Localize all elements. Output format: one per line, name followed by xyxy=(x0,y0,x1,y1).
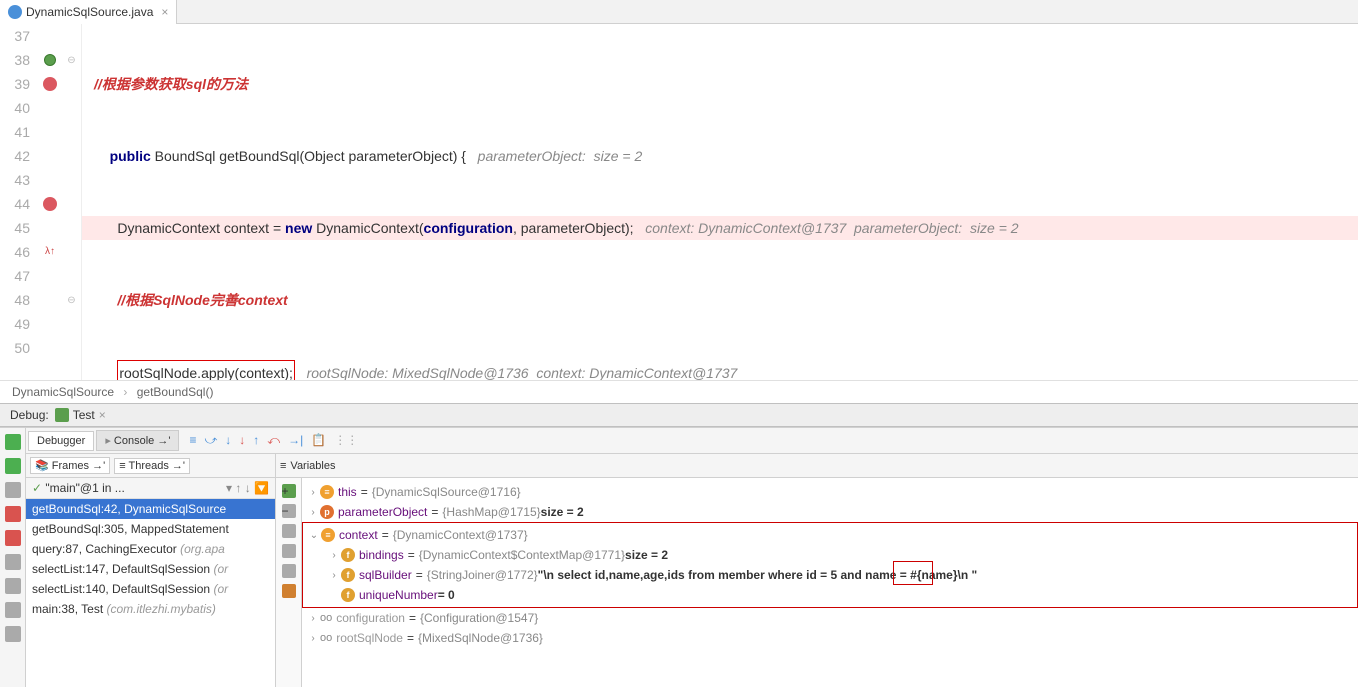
remove-watch-icon[interactable]: − xyxy=(282,504,296,518)
stack-frame[interactable]: selectList:140, DefaultSqlSession (or xyxy=(26,579,275,599)
variables-panel: ≡ Variables + − ›≡this={DynamicSqlSource… xyxy=(276,454,1358,687)
breadcrumb-method[interactable]: getBoundSql() xyxy=(137,385,214,399)
stack-frame[interactable]: query:87, CachingExecutor (org.apa xyxy=(26,539,275,559)
debug-panel: Debugger ▸ Console →' ≡ ⤻ ↓ ↓ ↑ ⤺ →| 📋 ⋮… xyxy=(0,427,1358,687)
marker-gutter: λ↑ xyxy=(38,24,62,380)
debug-label: Debug: xyxy=(4,408,55,422)
close-icon[interactable]: × xyxy=(161,5,168,19)
threads-tab[interactable]: ≡ Threads →' xyxy=(114,458,190,474)
stack-frame[interactable]: getBoundSql:305, MappedStatement xyxy=(26,519,275,539)
run-to-cursor-icon[interactable]: →| xyxy=(288,433,303,448)
variable-row[interactable]: ⌄≡context={DynamicContext@1737} xyxy=(303,525,1357,545)
settings-button[interactable] xyxy=(5,602,21,618)
variables-header: Variables xyxy=(290,460,335,472)
stack-frame[interactable]: getBoundSql:42, DynamicSqlSource xyxy=(26,499,275,519)
highlighted-call: rootSqlNode.apply(context); xyxy=(117,360,295,380)
stack-frame[interactable]: main:38, Test (com.itlezhi.mybatis) xyxy=(26,599,275,619)
step-over-icon[interactable]: ⤻ xyxy=(204,433,217,448)
variable-row[interactable]: funiqueNumber = 0 xyxy=(303,585,1357,605)
bug-icon xyxy=(55,408,69,422)
show-execution-icon[interactable]: ≡ xyxy=(189,433,196,448)
breakpoint-icon[interactable] xyxy=(43,77,57,91)
file-tab-label: DynamicSqlSource.java xyxy=(26,5,153,19)
code-area[interactable]: //根据参数获取sql的万法 public BoundSql getBoundS… xyxy=(82,24,1358,380)
variable-row[interactable]: ›fbindings={DynamicContext$ContextMap@17… xyxy=(303,545,1357,565)
thread-selector[interactable]: ✓ "main"@1 in ... ▾ ↑ ↓ 🔽 xyxy=(26,478,275,499)
line-gutter: 37 38 39 40 41 42 43 44 45 46 47 48 49 5… xyxy=(0,24,38,380)
breakpoint-icon[interactable] xyxy=(43,197,57,211)
force-step-into-icon[interactable]: ↓ xyxy=(239,433,245,448)
add-watch-icon[interactable]: + xyxy=(282,484,296,498)
evaluate-icon[interactable]: 📋 xyxy=(311,433,326,448)
drop-frame-icon[interactable]: ⤺ xyxy=(267,433,280,448)
variable-row[interactable]: ›ooconfiguration={Configuration@1547} xyxy=(302,608,1358,628)
code-comment: //根据参数获取sql的万法 xyxy=(94,76,248,92)
camera-button[interactable] xyxy=(5,578,21,594)
close-icon[interactable]: × xyxy=(99,408,106,422)
variables-tree[interactable]: ›≡this={DynamicSqlSource@1716} ›pparamet… xyxy=(302,478,1358,687)
resume-button[interactable] xyxy=(5,458,21,474)
file-tab[interactable]: DynamicSqlSource.java × xyxy=(0,0,177,24)
callout-box xyxy=(893,561,933,585)
debug-side-toolbar xyxy=(0,428,26,687)
variables-toolbar: + − xyxy=(276,478,302,687)
mute-button[interactable] xyxy=(5,554,21,570)
rerun-button[interactable] xyxy=(5,434,21,450)
variable-row[interactable]: ›pparameterObject={HashMap@1715} size = … xyxy=(302,502,1358,522)
run-marker-icon[interactable] xyxy=(44,54,56,66)
tab-console[interactable]: ▸ Console →' xyxy=(96,430,179,451)
tab-debugger[interactable]: Debugger xyxy=(28,431,94,451)
pause-button[interactable] xyxy=(5,482,21,498)
debug-config-tab[interactable]: Test xyxy=(73,408,95,422)
down-icon[interactable] xyxy=(282,544,296,558)
pin-button[interactable] xyxy=(5,626,21,642)
breadcrumb: DynamicSqlSource › getBoundSql() xyxy=(0,380,1358,403)
variable-row[interactable]: ›fsqlBuilder={StringJoiner@1772} "\n sel… xyxy=(303,565,1357,585)
lambda-marker-icon: λ↑ xyxy=(38,240,62,264)
breadcrumb-class[interactable]: DynamicSqlSource xyxy=(12,385,114,399)
debug-tabs: Debugger ▸ Console →' ≡ ⤻ ↓ ↓ ↑ ⤺ →| 📋 ⋮… xyxy=(26,428,1358,454)
stack-frame[interactable]: selectList:147, DefaultSqlSession (or xyxy=(26,559,275,579)
debug-toolwindow-header: Debug: Test × xyxy=(0,403,1358,427)
fold-icon[interactable]: ⊖ xyxy=(62,288,81,312)
java-class-icon xyxy=(8,5,22,19)
step-out-icon[interactable]: ↑ xyxy=(253,433,259,448)
step-into-icon[interactable]: ↓ xyxy=(225,433,231,448)
fold-gutter: ⊖⊖ xyxy=(62,24,82,380)
variable-row[interactable]: ›oorootSqlNode={MixedSqlNode@1736} xyxy=(302,628,1358,648)
glasses-icon[interactable] xyxy=(282,584,296,598)
frames-panel: 📚 Frames →' ≡ Threads →' ✓ "main"@1 in .… xyxy=(26,454,276,687)
stop-button[interactable] xyxy=(5,506,21,522)
editor-tabs: DynamicSqlSource.java × xyxy=(0,0,1358,24)
breakpoints-button[interactable] xyxy=(5,530,21,546)
copy-icon[interactable] xyxy=(282,564,296,578)
frames-tab[interactable]: 📚 Frames →' xyxy=(30,457,110,474)
code-editor[interactable]: 37 38 39 40 41 42 43 44 45 46 47 48 49 5… xyxy=(0,24,1358,380)
more-icon[interactable]: ⋮⋮ xyxy=(334,433,358,448)
fold-icon[interactable]: ⊖ xyxy=(62,48,81,72)
variable-row[interactable]: ›≡this={DynamicSqlSource@1716} xyxy=(302,482,1358,502)
up-icon[interactable] xyxy=(282,524,296,538)
step-toolbar: ≡ ⤻ ↓ ↓ ↑ ⤺ →| 📋 ⋮⋮ xyxy=(189,433,358,448)
